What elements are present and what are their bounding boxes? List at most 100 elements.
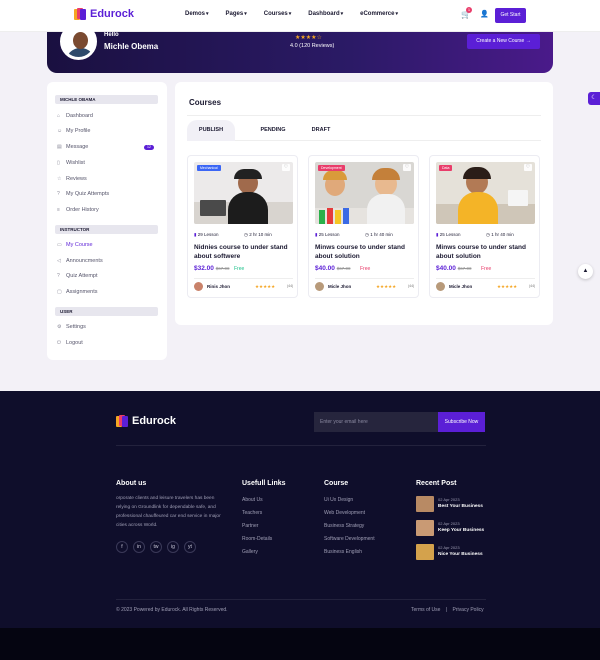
cart-count-badge: 1 — [466, 7, 472, 13]
post-title[interactable]: Keep Your Business — [438, 528, 484, 533]
footer-link[interactable]: About Us — [242, 497, 263, 503]
instructor-name[interactable]: Rinis Jhon — [207, 284, 230, 289]
instructor-name[interactable]: Micle Jhon — [328, 284, 351, 289]
sidebar-section-user: MICHLE OBAMA — [55, 95, 158, 104]
instructor-row: Micle Jhon ★★★★★ (44) — [436, 282, 535, 292]
main-nav: Demos ▾ Pages ▾ Courses ▾ Dashboard ▾ eComme… — [185, 11, 415, 17]
course-title[interactable]: Minws course to under stand about soluti… — [436, 243, 535, 261]
sidebar-section-user2: USER — [55, 307, 158, 316]
subscribe-button[interactable]: Subscribe Now — [438, 412, 485, 432]
book-icon: ▮ — [315, 232, 318, 237]
instructor-name[interactable]: Micle Jhon — [449, 284, 472, 289]
course-duration: ◷ 1 hr 40 min — [365, 232, 393, 237]
star-icon: ☆ — [57, 176, 62, 182]
post-title[interactable]: Best Your Business — [438, 504, 483, 509]
sidebar-section-instructor: INSTRUCTOR — [55, 225, 158, 234]
moon-icon[interactable]: ☾ — [588, 92, 600, 105]
user-icon[interactable]: 👤 — [480, 10, 489, 18]
list-icon: ≡ — [57, 207, 60, 213]
brand-logo[interactable]: Edurock — [74, 8, 134, 20]
sidebar-item-reviews[interactable]: ☆ Reviews — [57, 176, 87, 182]
youtube-icon[interactable]: yt — [184, 541, 196, 553]
footer-course-link[interactable]: Business Strategy — [324, 523, 364, 529]
nav-demos[interactable]: Demos ▾ — [185, 11, 209, 17]
chevron-down-icon: ▾ — [395, 11, 398, 17]
sidebar-item-wishlist[interactable]: ▯ Wishlist — [57, 160, 85, 166]
rating-text: 4.0 (120 Reviews) — [290, 43, 335, 49]
avatar — [436, 282, 445, 291]
book-icon: ▮ — [436, 232, 439, 237]
sidebar-item-my-course[interactable]: ▭ My Course — [57, 242, 93, 248]
tab-publish[interactable]: PUBLISH — [187, 120, 235, 141]
clock-icon: ◷ — [365, 232, 369, 237]
sidebar-item-quiz-attempts[interactable]: ? My Quiz Attempts — [57, 191, 109, 197]
footer-link[interactable]: Partner — [242, 523, 258, 529]
brand-name: Edurock — [90, 8, 135, 20]
course-duration: ◷ 1 hr 40 min — [486, 232, 514, 237]
footer-course-link[interactable]: Web Development — [324, 510, 365, 516]
post-date: 02 Apr 2023 — [438, 545, 460, 550]
footer-link[interactable]: Gallery — [242, 549, 258, 555]
nav-ecommerce[interactable]: eCommerce ▾ — [360, 11, 398, 17]
linkedin-icon[interactable]: in — [133, 541, 145, 553]
footer-link[interactable]: Teachers — [242, 510, 262, 516]
about-text: orporate clients and leisure travelers h… — [116, 496, 221, 528]
nav-dashboard[interactable]: Dashboard ▾ — [308, 11, 343, 17]
terms-link[interactable]: Terms of Use — [411, 607, 440, 613]
wishlist-heart-icon[interactable]: ♡ — [403, 164, 411, 171]
wishlist-heart-icon[interactable]: ♡ — [282, 164, 290, 171]
price-badge: Free — [234, 266, 245, 272]
category-tag: Mechanical — [197, 165, 221, 171]
course-title[interactable]: Minws course to under stand about soluti… — [315, 243, 414, 261]
course-duration: ◷ 2 hr 10 min — [244, 232, 272, 237]
footer-logo[interactable]: Edurock — [116, 415, 176, 427]
footer-course-link[interactable]: Business English — [324, 549, 362, 555]
facebook-icon[interactable]: f — [116, 541, 128, 553]
assignment-icon: ▢ — [57, 289, 62, 295]
twitter-icon[interactable]: tw — [150, 541, 162, 553]
instagram-icon[interactable]: ig — [167, 541, 179, 553]
page-title: Courses — [189, 98, 222, 107]
help-icon: ? — [57, 273, 60, 279]
subscribe-email-input[interactable]: Enter your email here — [314, 412, 438, 432]
megaphone-icon: ◁ — [57, 258, 61, 264]
tab-pending[interactable]: PENDING — [249, 120, 297, 141]
avatar — [194, 282, 203, 291]
post-title[interactable]: Nice Your Business — [438, 552, 483, 557]
post-thumbnail[interactable] — [416, 544, 434, 560]
nav-courses[interactable]: Courses ▾ — [264, 11, 292, 17]
create-course-button[interactable]: Create a New Course → — [467, 34, 540, 49]
get-start-button[interactable]: Get Start — [495, 8, 526, 23]
copyright-text: © 2023 Powered by Edurock. All Rights Re… — [116, 607, 228, 613]
course-card[interactable]: Development ♡ ▮ 25 Lesson ◷ 1 hr 40 min … — [308, 155, 419, 298]
footer-bottom-bar — [0, 628, 600, 660]
tab-draft[interactable]: DRAFT — [297, 120, 345, 141]
scroll-top-icon[interactable]: ▲ — [578, 264, 593, 279]
sidebar-item-my-profile[interactable]: ☺ My Profile — [57, 128, 90, 134]
courses-panel: Courses PUBLISH PENDING DRAFT Mechanical… — [175, 82, 553, 325]
recent-post-heading: Recent Post — [416, 480, 457, 487]
sidebar-item-settings[interactable]: ⚙ Settings — [57, 324, 86, 330]
course-card[interactable]: Data ♡ ▮ 25 Lesson ◷ 1 hr 40 min Minws c… — [429, 155, 540, 298]
privacy-link[interactable]: Privacy Policy — [453, 607, 484, 613]
chevron-down-icon: ▾ — [288, 11, 292, 17]
wishlist-heart-icon[interactable]: ♡ — [524, 164, 532, 171]
footer-course-link[interactable]: Ui Ux Design — [324, 497, 353, 503]
sidebar-item-dashboard[interactable]: ⌂ Dashboard — [57, 113, 93, 119]
sidebar-item-message[interactable]: ▤ Message — [57, 144, 88, 150]
footer-course-link[interactable]: Software Development — [324, 536, 375, 542]
post-thumbnail[interactable] — [416, 496, 434, 512]
sidebar-item-assignments[interactable]: ▢ Assignments — [57, 289, 98, 295]
gear-icon: ⚙ — [57, 324, 62, 330]
user-icon: ☺ — [57, 128, 63, 134]
sidebar-item-announcements[interactable]: ◁ Announcments — [57, 258, 103, 264]
footer-link[interactable]: Room-Details — [242, 536, 272, 542]
sidebar-item-order-history[interactable]: ≡ Order History — [57, 207, 99, 213]
course-card[interactable]: Mechanical ♡ ▮ 29 Lesson ◷ 2 hr 10 min N… — [187, 155, 298, 298]
nav-pages[interactable]: Pages ▾ — [226, 11, 247, 17]
post-thumbnail[interactable] — [416, 520, 434, 536]
course-title[interactable]: Nidnies course to under stand about soft… — [194, 243, 293, 261]
sidebar-item-quiz-attempt[interactable]: ? Quiz Attempt — [57, 273, 98, 279]
sidebar-item-logout[interactable]: ⏻ Logout — [57, 340, 83, 346]
divider — [187, 115, 541, 116]
